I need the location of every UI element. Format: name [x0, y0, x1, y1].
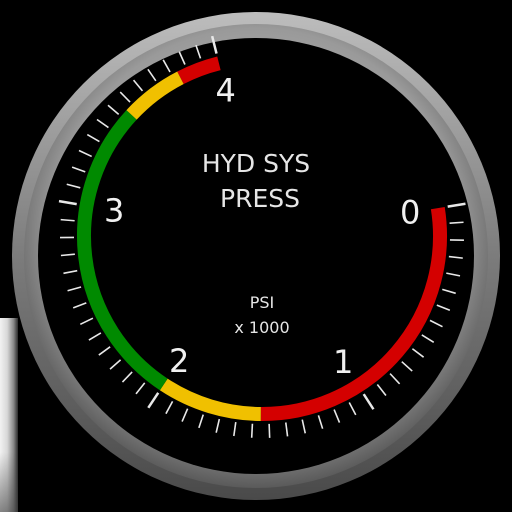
- gauge-title-line2: PRESS: [220, 184, 300, 213]
- scale-label: 2: [169, 342, 189, 380]
- scale-tick: [449, 221, 464, 224]
- hydraulic-pressure-gauge: 0 1 2 3 4 HYD SYS PRESS PSI x 1000: [12, 12, 500, 500]
- scale-tick: [268, 423, 271, 438]
- scale-label: 0: [400, 194, 420, 232]
- scale-tick: [250, 423, 254, 438]
- unit-label-multiplier: x 1000: [234, 318, 289, 337]
- gauge-title-line1: HYD SYS: [202, 149, 310, 178]
- scale-label: 4: [216, 71, 236, 109]
- scale-label: 3: [104, 192, 124, 230]
- scale-label: 1: [333, 343, 353, 381]
- unit-label-psi: PSI: [250, 293, 275, 312]
- scale-tick: [60, 218, 75, 222]
